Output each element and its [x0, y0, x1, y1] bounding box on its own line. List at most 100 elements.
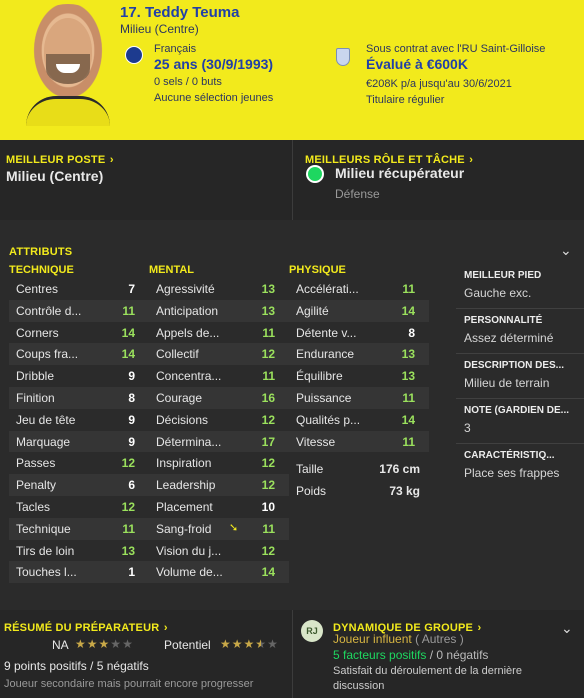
- player-header: 17. Teddy Teuma Milieu (Centre) Français…: [0, 0, 584, 140]
- club-crest-icon[interactable]: [336, 48, 350, 66]
- nationality[interactable]: Français: [154, 43, 196, 55]
- attribute-row-technical[interactable]: Centres 7: [9, 278, 149, 300]
- attribute-row-physical[interactable]: Agilité 14: [289, 299, 429, 322]
- attribute-value: 8: [128, 390, 135, 405]
- attribute-row-physical[interactable]: Accélérati... 11: [289, 278, 429, 300]
- attribute-label: Marquage: [16, 434, 71, 449]
- star-full-icon: ★: [75, 637, 87, 651]
- player-value: Évalué à €600K: [366, 56, 468, 72]
- attribute-row-technical[interactable]: Corners 14: [9, 322, 149, 344]
- attribute-value: 9: [128, 434, 135, 449]
- attribute-row-physical[interactable]: Qualités p... 14: [289, 409, 429, 431]
- attribute-row-mental[interactable]: Leadership 12: [149, 474, 289, 496]
- attribute-value: 12: [261, 412, 275, 427]
- best-position-link[interactable]: MEILLEUR POSTE ›: [6, 150, 114, 168]
- attribute-label: Centres: [16, 282, 59, 296]
- attribute-row-mental[interactable]: Anticipation 13: [149, 299, 289, 322]
- attribute-value: 9: [128, 369, 135, 384]
- attribute-row-mental[interactable]: Décisions 12: [149, 409, 289, 431]
- potential-label: Potentiel: [164, 638, 211, 652]
- attribute-row-mental[interactable]: Détermina... 17: [149, 430, 289, 453]
- player-age: 25 ans (30/9/1993): [154, 56, 274, 72]
- attribute-row-technical[interactable]: Tirs de loin 13: [9, 540, 149, 562]
- attribute-row-technical[interactable]: Penalty 6: [9, 474, 149, 496]
- attribute-row-technical[interactable]: Jeu de tête 9: [9, 409, 149, 431]
- best-role-panel: MEILLEURS RÔLE ET TÂCHE › Milieu récupér…: [292, 140, 584, 220]
- france-flag-icon: [125, 46, 143, 64]
- attribute-row-mental[interactable]: Courage 16: [149, 386, 289, 409]
- attribute-row-technical[interactable]: Technique 11: [9, 517, 149, 540]
- contract-info[interactable]: Sous contrat avec l'RU Saint-Gilloise: [366, 43, 545, 55]
- attribute-label: Tirs de loin: [16, 543, 75, 558]
- attribute-row-physical[interactable]: Endurance 13: [289, 343, 429, 366]
- attribute-label: Décisions: [156, 412, 209, 427]
- mental-column: MENTAL Agressivité 13 Anticipation 13 Appels…: [149, 264, 289, 584]
- attribute-value: 10: [261, 499, 275, 514]
- chevron-down-icon[interactable]: ⌄: [561, 620, 573, 637]
- attribute-label: Touches l...: [16, 565, 77, 580]
- attribute-row-physical[interactable]: Détente v... 8: [289, 322, 429, 344]
- coach-report-link[interactable]: RÉSUMÉ DU PRÉPARATEUR ›: [4, 618, 168, 636]
- attribute-row-technical[interactable]: Dribble 9: [9, 365, 149, 387]
- attribute-value: 13: [261, 282, 275, 296]
- attribute-row-mental[interactable]: Inspiration 12: [149, 452, 289, 474]
- info-value: Milieu de terrain: [464, 376, 550, 390]
- coach-report-panel: RÉSUMÉ DU PRÉPARATEUR › NA ★★★★★ Potenti…: [0, 610, 292, 698]
- attribute-row-physical[interactable]: Équilibre 13: [289, 365, 429, 387]
- attribute-label: Placement: [156, 499, 213, 514]
- attribute-row-mental[interactable]: Vision du j... 12: [149, 540, 289, 562]
- attribute-label: Volume de...: [156, 565, 223, 580]
- attribute-row-technical[interactable]: Tacles 12: [9, 496, 149, 518]
- squad-status: Titulaire régulier: [366, 94, 445, 106]
- attribute-label: Collectif: [156, 347, 199, 362]
- attribute-row-technical[interactable]: Touches l... 1: [9, 561, 149, 584]
- attribute-row-physical[interactable]: Vitesse 11: [289, 430, 429, 453]
- attribute-row-mental[interactable]: Placement 10: [149, 496, 289, 518]
- attribute-row-technical[interactable]: Passes 12: [9, 452, 149, 474]
- attribute-value: 1: [128, 565, 135, 580]
- current-ability-stars: ★★★★★: [75, 637, 134, 651]
- attribute-value: 14: [261, 565, 275, 580]
- attribute-row-physical[interactable]: Puissance 11: [289, 386, 429, 409]
- attribute-label: Vision du j...: [156, 543, 222, 558]
- weight-label: Poids: [296, 484, 327, 499]
- factors-row: 5 facteurs positifs / 0 négatifs: [333, 648, 488, 662]
- chevron-down-icon[interactable]: ⌄: [560, 242, 572, 259]
- best-role-duty: Défense: [335, 187, 380, 201]
- attribute-label: Jeu de tête: [16, 412, 76, 427]
- info-item: PERSONNALITÉ Assez déterminé: [456, 308, 584, 353]
- best-role-name[interactable]: Milieu récupérateur: [335, 165, 464, 181]
- attribute-row-technical[interactable]: Contrôle d... 11: [9, 299, 149, 322]
- star-full-icon: ★: [86, 637, 99, 651]
- height-label: Taille: [296, 462, 324, 477]
- info-value: Place ses frappes: [464, 466, 560, 480]
- attribute-row-mental[interactable]: Agressivité 13: [149, 278, 289, 300]
- attribute-label: Technique: [16, 521, 71, 536]
- attribute-value: 12: [121, 499, 135, 514]
- attribute-value: 8: [408, 325, 415, 340]
- player-name[interactable]: 17. Teddy Teuma: [120, 4, 239, 21]
- attribute-row-mental[interactable]: Concentra... 11: [149, 365, 289, 387]
- star-empty-icon: ★: [110, 637, 123, 651]
- attribute-value: 14: [401, 412, 415, 427]
- attribute-value: 14: [401, 303, 415, 318]
- attribute-row-mental[interactable]: Volume de... 14: [149, 561, 289, 584]
- attribute-value: 14: [121, 325, 135, 340]
- youth-caps: Aucune sélection jeunes: [154, 92, 274, 104]
- attribute-value: 13: [401, 369, 415, 384]
- attribute-label: Accélérati...: [296, 282, 359, 296]
- attribute-row-mental[interactable]: Appels de... 11: [149, 322, 289, 344]
- attribute-row-technical[interactable]: Finition 8: [9, 386, 149, 409]
- attribute-row-mental[interactable]: Collectif 12: [149, 343, 289, 366]
- coach-summary: Joueur secondaire mais pourrait encore p…: [4, 678, 254, 690]
- potential-stars: ★★★★★: [220, 637, 279, 651]
- attribute-row-technical[interactable]: Coups fra... 14: [9, 343, 149, 366]
- chevron-right-icon: ›: [469, 154, 474, 166]
- attribute-row-mental[interactable]: Sang-froid 11 ➘: [149, 517, 289, 540]
- attribute-value: 17: [261, 434, 275, 449]
- star-half-icon: ★: [255, 637, 268, 651]
- attribute-label: Finition: [16, 390, 55, 405]
- role-suitability-icon: [308, 167, 322, 181]
- attribute-row-technical[interactable]: Marquage 9: [9, 430, 149, 453]
- player-photo: [14, 4, 122, 126]
